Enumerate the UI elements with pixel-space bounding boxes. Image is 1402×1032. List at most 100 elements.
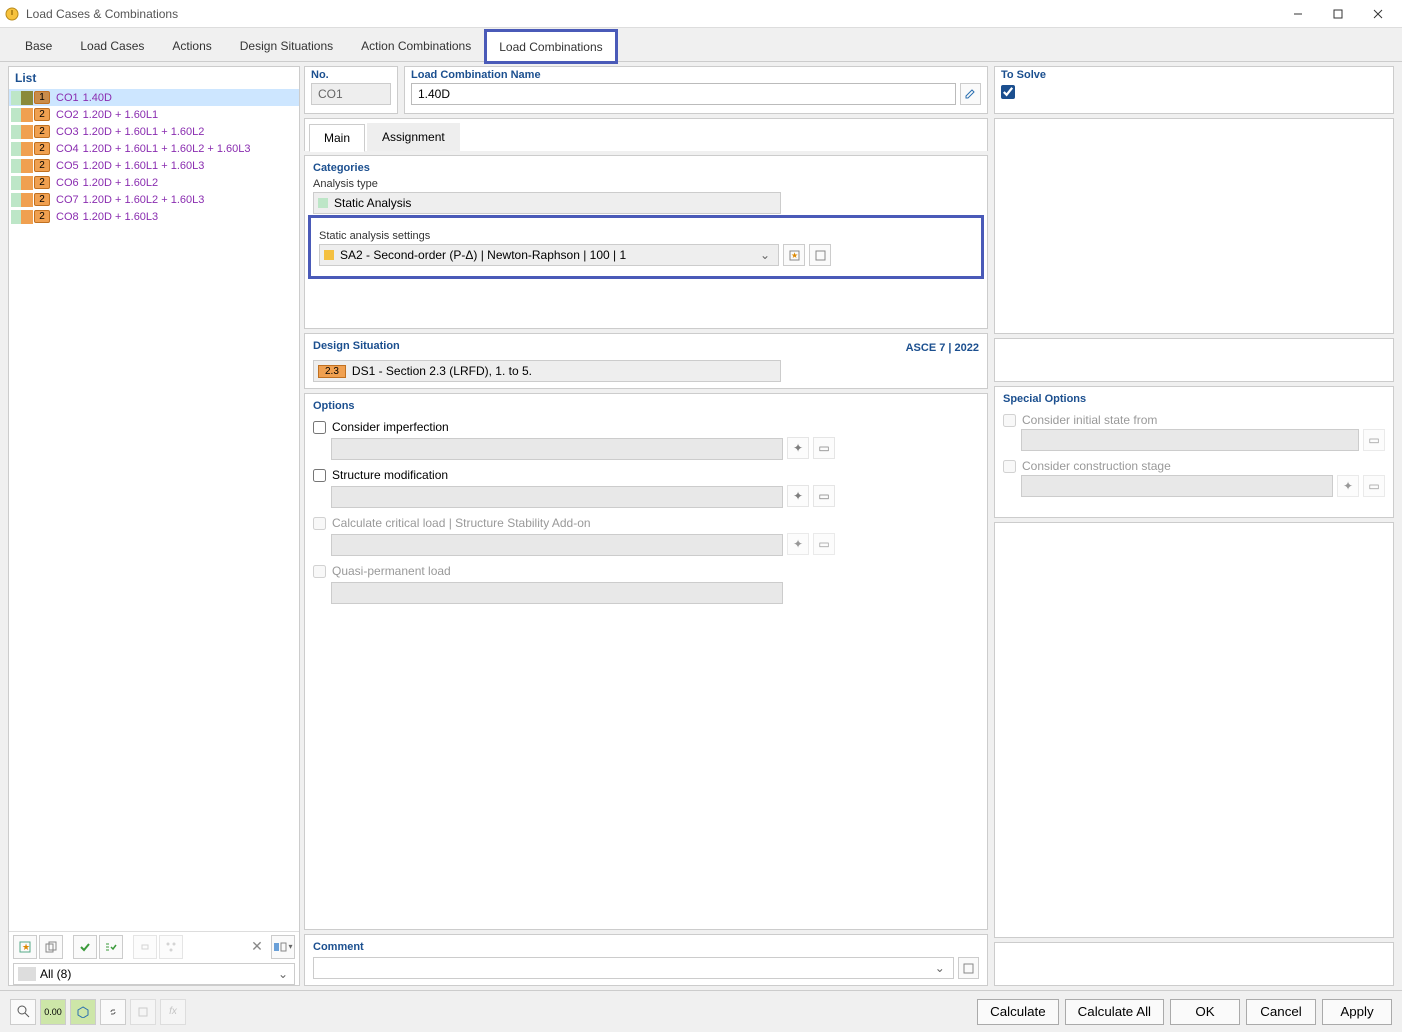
list-item[interactable]: 2CO31.20D + 1.60L1 + 1.60L2 [9,123,299,140]
to-solve-field: To Solve [994,66,1394,114]
quasi-combo [331,582,783,604]
subtab-main[interactable]: Main [309,124,365,152]
list-filter[interactable]: All (8)⌄ [9,963,299,985]
list-item[interactable]: 2CO71.20D + 1.60L2 + 1.60L3 [9,191,299,208]
critical-load-edit-button: ▭ [813,533,835,555]
detail-panel: No. CO1 Load Combination Name 1.40D To S… [304,66,1394,986]
delete-item-button[interactable]: ✕ [245,935,269,959]
special-options-card: Special Options Consider initial state f… [994,386,1394,518]
load-combination-list[interactable]: 1CO11.40D2CO21.20D + 1.60L12CO31.20D + 1… [9,89,299,931]
struct-mod-combo [331,486,783,508]
link-button[interactable] [133,935,157,959]
initial-state-checkbox [1003,414,1016,427]
imperfection-checkbox[interactable] [313,421,326,434]
initial-state-edit-button: ▭ [1363,429,1385,451]
name-input[interactable]: 1.40D [411,83,956,105]
search-button[interactable] [10,999,36,1025]
model-button[interactable] [70,999,96,1025]
app-icon [4,6,20,22]
option-quasi: Quasi-permanent load [313,564,979,578]
tab-action-combinations[interactable]: Action Combinations [348,30,484,61]
no-value: CO1 [311,83,391,105]
apply-button[interactable]: Apply [1322,999,1392,1025]
check-list-button[interactable] [99,935,123,959]
struct-mod-new-button[interactable]: ✦ [787,485,809,507]
to-solve-checkbox[interactable] [1001,85,1015,99]
ds-combo[interactable]: 2.3 DS1 - Section 2.3 (LRFD), 1. to 5. [313,360,781,382]
list-item[interactable]: 1CO11.40D [9,89,299,106]
imperfection-edit-button[interactable]: ▭ [813,437,835,459]
special-options-title: Special Options [1003,393,1385,405]
critical-load-label: Calculate critical load | Structure Stab… [332,516,591,530]
list-item[interactable]: 2CO51.20D + 1.60L1 + 1.60L3 [9,157,299,174]
analysis-type-label: Analysis type [313,178,979,190]
tab-load-cases[interactable]: Load Cases [67,30,157,61]
construction-new-combo [1021,475,1333,497]
tab-design-situations[interactable]: Design Situations [227,30,346,61]
initial-state-combo [1021,429,1359,451]
title-bar: Load Cases & Combinations [0,0,1402,28]
main-tabs: Base Load Cases Actions Design Situation… [0,28,1402,62]
list-panel: List 1CO11.40D2CO21.20D + 1.60L12CO31.20… [8,66,300,986]
list-item[interactable]: 2CO21.20D + 1.60L1 [9,106,299,123]
option-imperfection: Consider imperfection [313,420,979,434]
copy-item-button[interactable] [39,935,63,959]
options-title: Options [313,400,979,412]
export-button[interactable] [130,999,156,1025]
subtab-assignment[interactable]: Assignment [367,123,460,151]
tab-load-combinations[interactable]: Load Combinations [486,31,615,62]
detail-subtabs: Main Assignment [304,118,988,151]
svg-text:★: ★ [22,942,30,952]
critical-load-combo [331,534,783,556]
construction-stage-checkbox [1003,460,1016,473]
categories-card: Categories Analysis type Static Analysis… [304,155,988,329]
calculate-all-button[interactable]: Calculate All [1065,999,1164,1025]
units-button[interactable]: 0.00 [40,999,66,1025]
option-critical-load: Calculate critical load | Structure Stab… [313,516,979,530]
cancel-button[interactable]: Cancel [1246,999,1316,1025]
ok-button[interactable]: OK [1170,999,1240,1025]
right-placeholder-3 [994,522,1394,938]
sas-edit-button[interactable] [809,244,831,266]
link-icon-button[interactable] [100,999,126,1025]
check-green-button[interactable] [73,935,97,959]
calculate-button[interactable]: Calculate [977,999,1059,1025]
fx-button[interactable]: fx [160,999,186,1025]
tab-base[interactable]: Base [12,30,65,61]
sas-highlight: Static analysis settings SA2 - Second-or… [313,220,979,274]
options-card: Options Consider imperfection ✦ ▭ Struct… [304,393,988,930]
no-label: No. [311,69,391,81]
construction-stage-label: Consider construction stage [1022,459,1171,473]
imperfection-label: Consider imperfection [332,420,449,434]
comment-lib-button[interactable] [958,957,979,979]
sas-combo[interactable]: SA2 - Second-order (P-Δ) | Newton-Raphso… [319,244,779,266]
window-title: Load Cases & Combinations [26,7,1278,21]
close-button[interactable] [1358,0,1398,28]
sas-new-button[interactable]: ★ [783,244,805,266]
sas-value: SA2 - Second-order (P-Δ) | Newton-Raphso… [340,248,626,262]
quasi-checkbox [313,565,326,578]
ds-title: Design Situation [313,340,400,352]
struct-mod-checkbox[interactable] [313,469,326,482]
sas-label: Static analysis settings [319,230,973,242]
imperfection-new-button[interactable]: ✦ [787,437,809,459]
minimize-button[interactable] [1278,0,1318,28]
list-header: List [9,67,299,89]
view-mode-button[interactable]: ▾ [271,935,295,959]
struct-mod-edit-button[interactable]: ▭ [813,485,835,507]
critical-load-new-button: ✦ [787,533,809,555]
analysis-type-combo[interactable]: Static Analysis [313,192,781,214]
list-item[interactable]: 2CO61.20D + 1.60L2 [9,174,299,191]
list-item[interactable]: 2CO41.20D + 1.60L1 + 1.60L2 + 1.60L3 [9,140,299,157]
maximize-button[interactable] [1318,0,1358,28]
tree-button[interactable] [159,935,183,959]
new-item-button[interactable]: ★ [13,935,37,959]
critical-load-checkbox [313,517,326,530]
edit-name-button[interactable] [960,83,981,105]
bottom-bar: 0.00 fx Calculate Calculate All OK Cance… [0,990,1402,1032]
comment-card: Comment ⌄ [304,934,988,986]
right-placeholder-1 [994,118,1394,334]
list-item[interactable]: 2CO81.20D + 1.60L3 [9,208,299,225]
comment-combo[interactable]: ⌄ [313,957,954,979]
tab-actions[interactable]: Actions [159,30,224,61]
